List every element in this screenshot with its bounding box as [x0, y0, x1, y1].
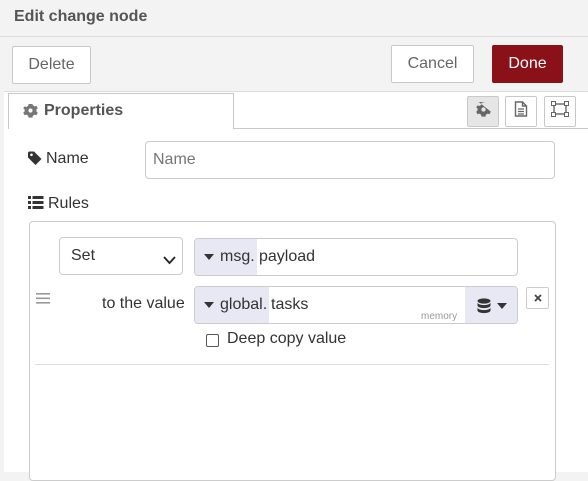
context-store-hint: memory: [421, 311, 458, 322]
file-text-icon: [514, 101, 528, 122]
rules-label: Rules: [48, 195, 89, 212]
node-appearance-icon: [551, 101, 569, 122]
chevron-down-icon: [163, 252, 176, 270]
tab-underline: [233, 128, 588, 129]
name-label: Name: [46, 150, 89, 167]
context-store-button[interactable]: [465, 287, 517, 323]
deep-copy-checkbox[interactable]: [206, 334, 219, 347]
database-icon: [477, 298, 491, 314]
gear-icon: [473, 99, 491, 122]
list-icon: [28, 196, 44, 214]
drag-handle-icon[interactable]: [36, 291, 50, 309]
rule-value-type: global.: [220, 296, 268, 313]
rule-value-input[interactable]: global. tasks memory: [194, 286, 518, 324]
rule-target-type: msg.: [220, 248, 255, 265]
delete-rule-button[interactable]: [526, 287, 549, 309]
rule-divider: [35, 364, 549, 365]
cancel-button[interactable]: Cancel: [391, 45, 474, 83]
close-icon: [533, 289, 542, 307]
rule-target-input[interactable]: msg. payload: [194, 238, 518, 276]
name-input[interactable]: [145, 141, 555, 179]
dialog-title: Edit change node: [14, 8, 148, 25]
tab-appearance-button[interactable]: [544, 96, 576, 127]
rule-value-value: tasks: [271, 296, 309, 313]
caret-down-icon: [204, 302, 214, 308]
rule-target-value: payload: [259, 248, 316, 265]
rule-value-label: to the value: [102, 295, 185, 312]
caret-down-icon: [497, 303, 507, 309]
deep-copy-label: Deep copy value: [227, 330, 347, 347]
tab-properties-label: Properties: [44, 102, 124, 119]
gear-icon: [23, 103, 38, 123]
rule-value-type-button[interactable]: global.: [195, 287, 269, 323]
rule-action-value: Set: [71, 247, 96, 264]
delete-button[interactable]: Delete: [12, 46, 91, 84]
done-button[interactable]: Done: [492, 45, 563, 83]
tab-description-button[interactable]: [505, 96, 537, 127]
rule-target-type-button[interactable]: msg.: [195, 239, 257, 275]
caret-down-icon: [204, 254, 214, 260]
tag-icon: [28, 151, 42, 170]
tab-settings-button[interactable]: [467, 96, 499, 127]
